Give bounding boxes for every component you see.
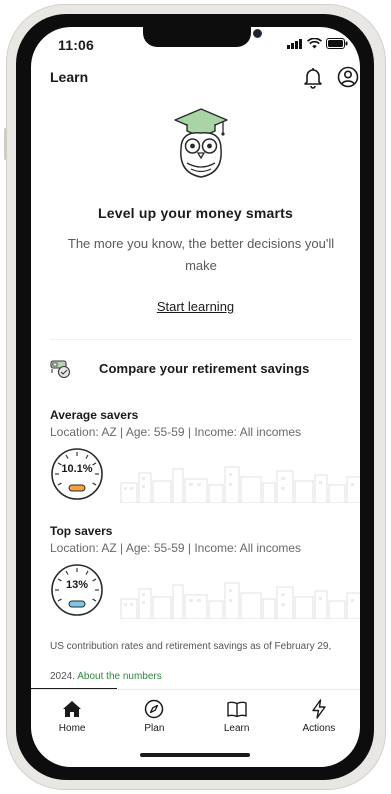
tab-learn[interactable]: Learn bbox=[196, 690, 278, 739]
status-time: 11:06 bbox=[58, 37, 95, 53]
home-icon bbox=[63, 701, 82, 717]
tab-bar: Home Plan Learn Actions bbox=[31, 689, 360, 739]
footnote-line-2: 2024. About the numbers bbox=[50, 670, 162, 684]
average-savers-rate: 10.1% bbox=[61, 463, 93, 475]
tab-home[interactable]: Home bbox=[31, 690, 113, 739]
book-icon bbox=[226, 701, 247, 718]
compare-heading: Compare your retirement savings bbox=[99, 361, 310, 376]
status-bar: 11:06 bbox=[31, 27, 360, 61]
tab-actions-label: Actions bbox=[302, 723, 336, 734]
header: Learn bbox=[31, 65, 360, 95]
section-divider bbox=[50, 339, 352, 340]
screen: 11:06 Learn Level up your money smarts T… bbox=[31, 27, 360, 767]
footnote-line-1: US contribution rates and retirement sav… bbox=[50, 641, 332, 652]
home-indicator[interactable] bbox=[140, 753, 250, 757]
owl-graduate-icon bbox=[174, 108, 228, 178]
about-the-numbers-link[interactable]: About the numbers bbox=[77, 671, 162, 682]
tab-plan-label: Plan bbox=[144, 723, 165, 734]
average-savers-title: Average savers bbox=[50, 408, 139, 422]
top-savers-title: Top savers bbox=[50, 524, 113, 538]
city-skyline-illustration bbox=[119, 582, 360, 619]
top-savers-rate: 13% bbox=[65, 579, 89, 591]
status-icons bbox=[287, 38, 348, 49]
hero-subtext: The more you know, the better decisions … bbox=[67, 236, 335, 273]
top-savers-meta: Location: AZ | Age: 55-59 | Income: All … bbox=[50, 541, 302, 555]
city-skyline-illustration bbox=[119, 466, 360, 503]
tab-home-label: Home bbox=[58, 723, 86, 734]
bell-icon[interactable] bbox=[301, 65, 325, 89]
lightning-icon bbox=[312, 699, 326, 719]
start-learning-link[interactable]: Start learning bbox=[31, 299, 360, 314]
average-savers-gauge: 10.1% bbox=[50, 447, 104, 501]
wifi-icon bbox=[307, 38, 322, 49]
battery-icon bbox=[326, 38, 348, 49]
signal-icon bbox=[287, 39, 302, 49]
top-savers-gauge: 13% bbox=[50, 563, 104, 617]
tab-plan[interactable]: Plan bbox=[113, 690, 195, 739]
nest-egg-icon bbox=[50, 360, 71, 378]
page-title: Learn bbox=[50, 69, 89, 85]
phone-side-button bbox=[4, 128, 7, 160]
tab-learn-label: Learn bbox=[223, 723, 250, 734]
compass-icon bbox=[145, 699, 164, 719]
footnote-date: 2024. bbox=[50, 671, 76, 682]
average-savers-meta: Location: AZ | Age: 55-59 | Income: All … bbox=[50, 425, 302, 439]
tab-actions[interactable]: Actions bbox=[278, 690, 360, 739]
hero-heading: Level up your money smarts bbox=[97, 205, 294, 221]
profile-icon[interactable] bbox=[336, 65, 360, 89]
